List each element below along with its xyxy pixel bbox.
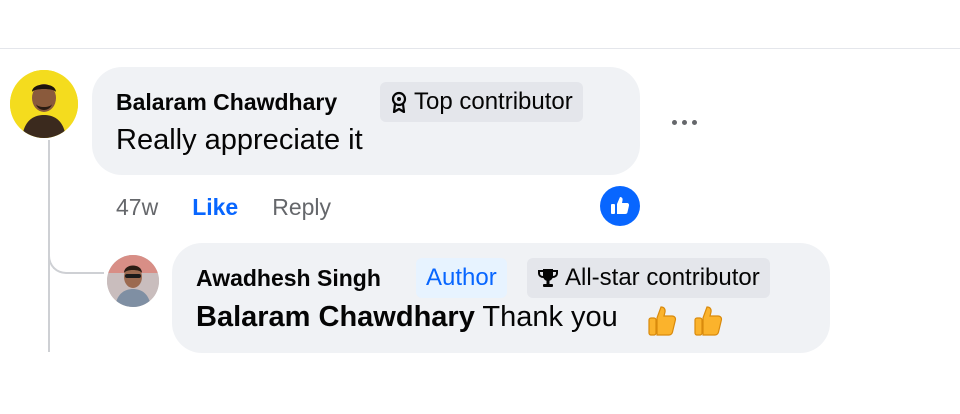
avatar[interactable] xyxy=(10,70,78,138)
thumbs-up-emoji-icon xyxy=(692,304,724,338)
comment-actions: 47w Like Reply xyxy=(116,192,331,222)
reply-text: Balaram Chawdhary Thank you xyxy=(196,301,618,334)
comment-author-name[interactable]: Balaram Chawdhary xyxy=(116,89,337,116)
badge-label: Top contributor xyxy=(414,88,573,115)
trophy-icon xyxy=(537,267,559,289)
dot-icon xyxy=(671,119,677,125)
mention-link[interactable]: Balaram Chawdhary xyxy=(196,301,475,333)
reply-message: Thank you xyxy=(474,301,618,333)
dot-icon xyxy=(691,119,697,125)
author-badge: Author xyxy=(416,258,507,298)
comment-text: Really appreciate it xyxy=(116,124,363,156)
thumbs-up-reaction-icon[interactable] xyxy=(600,186,640,226)
badge-label: All-star contributor xyxy=(565,264,760,291)
thread-connector xyxy=(48,232,104,274)
reply-author-name[interactable]: Awadhesh Singh xyxy=(196,265,381,292)
medal-icon xyxy=(390,91,408,113)
dot-icon xyxy=(681,119,687,125)
thumbs-up-emoji-icon xyxy=(646,304,678,338)
top-contributor-badge[interactable]: Top contributor xyxy=(380,82,583,122)
like-button[interactable]: Like xyxy=(192,194,238,221)
avatar[interactable] xyxy=(107,255,159,307)
top-divider xyxy=(0,48,960,49)
comment-timestamp[interactable]: 47w xyxy=(116,194,158,221)
all-star-contributor-badge[interactable]: All-star contributor xyxy=(527,258,770,298)
reply-button[interactable]: Reply xyxy=(272,194,331,221)
more-options-button[interactable] xyxy=(664,108,704,136)
